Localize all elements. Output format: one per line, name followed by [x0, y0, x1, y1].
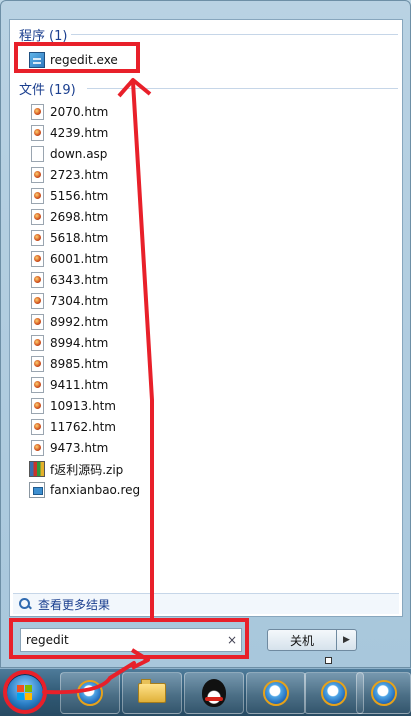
- file-result-item[interactable]: 10913.htm: [29, 396, 116, 416]
- file-result-label: f返利源码.zip: [50, 462, 124, 477]
- start-button[interactable]: [6, 674, 44, 712]
- see-more-results-link[interactable]: 查看更多结果: [13, 593, 399, 614]
- shutdown-options-arrow-icon[interactable]: ▶: [337, 629, 357, 651]
- file-result-item[interactable]: down.asp: [29, 144, 107, 164]
- regedit-icon: [29, 52, 45, 68]
- file-result-item[interactable]: 2698.htm: [29, 207, 108, 227]
- file-result-label: 9473.htm: [50, 441, 109, 455]
- ie-icon: [321, 680, 347, 706]
- file-result-item[interactable]: 9473.htm: [29, 438, 108, 458]
- file-result-item[interactable]: f返利源码.zip: [29, 459, 123, 479]
- file-result-label: 2070.htm: [50, 105, 109, 119]
- htm-file-icon: [31, 125, 44, 141]
- file-result-item[interactable]: 6343.htm: [29, 270, 108, 290]
- ie-icon: [77, 680, 103, 706]
- file-result-label: 8985.htm: [50, 357, 109, 371]
- ie-icon: [370, 680, 397, 706]
- file-result-label: 2723.htm: [50, 168, 109, 182]
- htm-file-icon: [31, 230, 44, 246]
- file-result-item[interactable]: 5618.htm: [29, 228, 108, 248]
- resize-grip[interactable]: [325, 657, 332, 664]
- programs-separator: [71, 34, 398, 35]
- programs-group-title[interactable]: 程序 (1): [19, 25, 67, 44]
- windows-logo-icon: [17, 685, 33, 701]
- file-result-label: 7304.htm: [50, 294, 109, 308]
- files-group-title[interactable]: 文件 (19): [19, 79, 76, 98]
- htm-file-icon: [31, 209, 44, 225]
- file-result-label: down.asp: [50, 147, 108, 161]
- file-result-item[interactable]: 7304.htm: [29, 291, 108, 311]
- file-result-item[interactable]: 5156.htm: [29, 186, 108, 206]
- start-menu: 程序 (1) regedit.exe 文件 (19) 2070.htm 4239.h…: [0, 0, 411, 668]
- file-result-item[interactable]: 8992.htm: [29, 312, 108, 332]
- taskbar: [0, 668, 411, 716]
- shutdown-button[interactable]: 关机: [267, 629, 337, 651]
- reg-file-icon: [29, 482, 45, 498]
- file-result-item[interactable]: 2070.htm: [29, 102, 108, 122]
- htm-file-icon: [31, 440, 44, 456]
- ie-icon: [263, 680, 289, 706]
- file-result-label: 5156.htm: [50, 189, 109, 203]
- file-result-label: 8994.htm: [50, 336, 109, 350]
- htm-file-icon: [31, 314, 44, 330]
- file-result-item[interactable]: 11762.htm: [29, 417, 116, 437]
- see-more-results-label: 查看更多结果: [38, 597, 111, 612]
- qq-penguin-icon: [202, 679, 226, 707]
- file-result-item[interactable]: 6001.htm: [29, 249, 108, 269]
- search-icon: [17, 596, 33, 612]
- htm-file-icon: [31, 335, 44, 351]
- htm-file-icon: [31, 356, 44, 372]
- taskbar-item-internet-explorer-2[interactable]: [246, 672, 306, 714]
- folder-icon: [138, 679, 166, 703]
- taskbar-item-windows-explorer[interactable]: [122, 672, 182, 714]
- zip-archive-icon: [29, 461, 45, 477]
- htm-file-icon: [31, 167, 44, 183]
- htm-file-icon: [31, 188, 44, 204]
- file-result-label: 5618.htm: [50, 231, 109, 245]
- files-separator: [87, 88, 398, 89]
- htm-file-icon: [31, 398, 44, 414]
- file-result-label: 8992.htm: [50, 315, 109, 329]
- search-input-value: regedit: [26, 633, 69, 647]
- file-result-label: fanxianbao.reg: [50, 483, 141, 497]
- htm-file-icon: [31, 419, 44, 435]
- file-result-label: 2698.htm: [50, 210, 109, 224]
- htm-file-icon: [31, 104, 44, 120]
- file-result-label: 9411.htm: [50, 378, 109, 392]
- clear-search-icon[interactable]: ×: [223, 633, 241, 647]
- htm-file-icon: [31, 377, 44, 393]
- file-result-label: 11762.htm: [50, 420, 116, 434]
- file-result-label: 4239.htm: [50, 126, 109, 140]
- htm-file-icon: [31, 293, 44, 309]
- start-search-input[interactable]: regedit ×: [20, 628, 242, 652]
- file-result-label: 6343.htm: [50, 273, 109, 287]
- file-result-item[interactable]: 2723.htm: [29, 165, 108, 185]
- taskbar-item-internet-explorer-3[interactable]: [304, 672, 364, 714]
- taskbar-item-internet-explorer[interactable]: [60, 672, 120, 714]
- taskbar-item-internet-explorer-4[interactable]: [356, 672, 411, 714]
- taskbar-item-qq[interactable]: [184, 672, 244, 714]
- file-result-item[interactable]: 4239.htm: [29, 123, 108, 143]
- htm-file-icon: [31, 272, 44, 288]
- file-result-label: 6001.htm: [50, 252, 109, 266]
- file-result-item[interactable]: 9411.htm: [29, 375, 108, 395]
- file-result-item[interactable]: 8994.htm: [29, 333, 108, 353]
- file-result-label: 10913.htm: [50, 399, 116, 413]
- file-result-item[interactable]: fanxianbao.reg: [29, 480, 140, 500]
- shutdown-control: 关机 ▶: [267, 629, 357, 651]
- file-result-item[interactable]: 8985.htm: [29, 354, 108, 374]
- program-result-regedit[interactable]: regedit.exe: [29, 50, 118, 70]
- htm-file-icon: [31, 251, 44, 267]
- blank-file-icon: [31, 146, 44, 162]
- program-result-label: regedit.exe: [50, 53, 118, 67]
